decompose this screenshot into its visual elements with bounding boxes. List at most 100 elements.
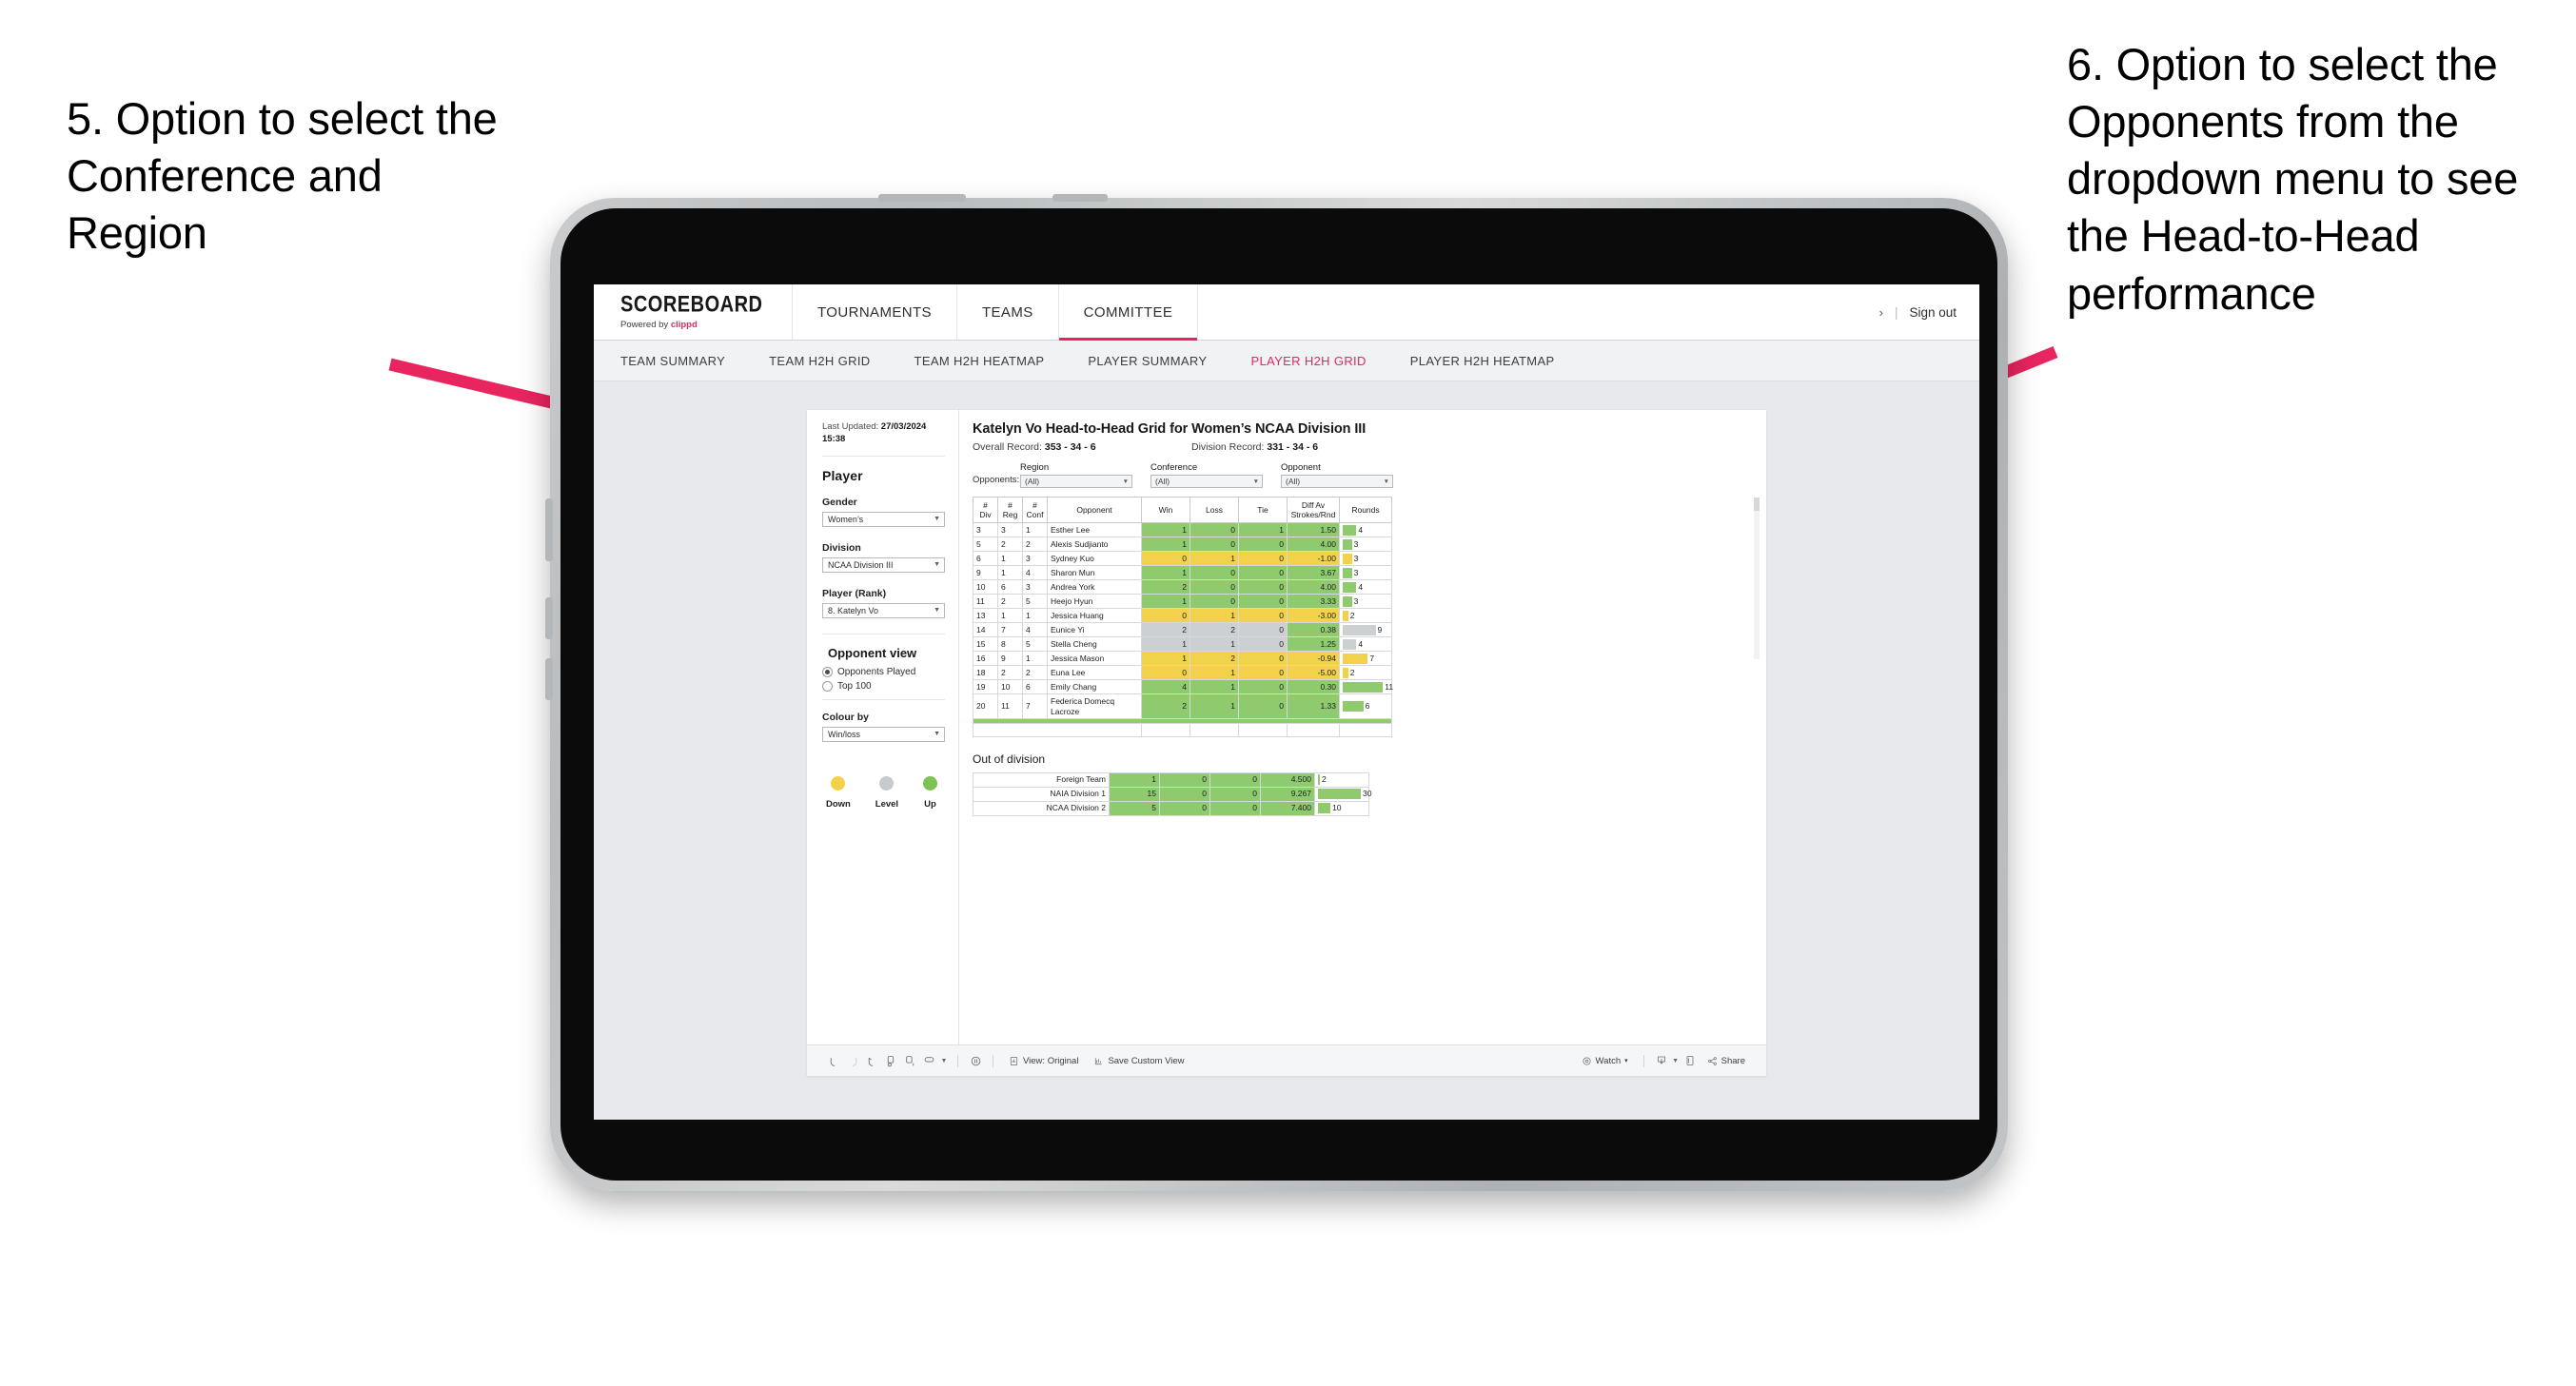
table-row[interactable]: 14 7 4 Eunice Yi 2 2 0 0.38 9	[973, 622, 1392, 638]
table-row[interactable]: 3 3 1 Esther Lee 1 0 1 1.50 4	[973, 522, 1392, 538]
colour-by-select[interactable]: Win/loss ▼	[822, 726, 945, 742]
out-of-division-row[interactable]: Foreign Team 1 0 0 4.500 2	[973, 771, 1369, 788]
cell-div: 5	[973, 537, 998, 553]
sign-out-link[interactable]: Sign out	[1909, 305, 1957, 320]
cell-win: 1	[1141, 651, 1190, 667]
cell-loss: 1	[1190, 551, 1239, 567]
cell-opponent: Sharon Mun	[1047, 565, 1142, 581]
col-win[interactable]: Win	[1141, 496, 1190, 524]
cell-diff: -0.94	[1287, 651, 1340, 667]
table-row[interactable]: 18 2 2 Euna Lee 0 1 0 -5.00 2	[973, 665, 1392, 681]
cell-ood-loss: 0	[1159, 800, 1210, 816]
gender-select[interactable]: Women’s ▼	[822, 511, 945, 527]
view-original-button[interactable]: View: Original	[1001, 1056, 1086, 1066]
col-tie[interactable]: Tie	[1238, 496, 1288, 524]
col-conf[interactable]: # Conf	[1022, 496, 1048, 524]
fullscreen-icon[interactable]	[1681, 1051, 1700, 1070]
brand-logo[interactable]: SCOREBOARD Powered by clippd	[594, 284, 793, 340]
cell-conf: 7	[1022, 693, 1048, 719]
radio-top-100[interactable]: Top 100	[822, 680, 945, 692]
table-row[interactable]: 11 2 5 Heejo Hyun 1 0 0 3.33 3	[973, 594, 1392, 610]
rounds-bar-value: 11	[1385, 682, 1394, 693]
col-opponent[interactable]: Opponent	[1047, 496, 1142, 524]
download-icon[interactable]	[1652, 1051, 1671, 1070]
tab-team-h2h-heatmap[interactable]: TEAM H2H HEATMAP	[914, 354, 1068, 368]
player-rank-select[interactable]: 8. Katelyn Vo ▼	[822, 602, 945, 618]
watch-button[interactable]: Watch ▾	[1574, 1056, 1636, 1066]
chevron-down-icon: ▼	[934, 607, 940, 615]
out-of-division-row[interactable]: NCAA Division 2 5 0 0 7.400 10	[973, 800, 1369, 816]
opponent-dropdown[interactable]: (All) ▼	[1281, 475, 1393, 488]
chevron-right-icon[interactable]: ›	[1879, 305, 1883, 320]
rounds-bar-fill	[1343, 624, 1376, 635]
rounds-bar-value: 2	[1322, 774, 1327, 785]
opponents-label: Opponents:	[973, 475, 1020, 485]
chevron-down-icon: ▼	[1383, 478, 1389, 485]
division-select[interactable]: NCAA Division III ▼	[822, 556, 945, 573]
col-div[interactable]: # Div	[973, 496, 998, 524]
brand-powered-prefix: Powered by	[620, 319, 671, 330]
chevron-down-icon: ▼	[934, 731, 940, 738]
cell-tie: 0	[1238, 651, 1288, 667]
cell-reg: 6	[997, 579, 1023, 595]
cell-win: 2	[1141, 693, 1190, 719]
revert-icon[interactable]	[862, 1051, 881, 1070]
nav-item-teams[interactable]: TEAMS	[957, 284, 1059, 340]
region-dropdown[interactable]: (All) ▼	[1020, 475, 1132, 488]
main-nav: TOURNAMENTS TEAMS COMMITTEE	[793, 284, 1199, 341]
division-select-value: NCAA Division III	[828, 559, 894, 570]
cell-loss: 1	[1190, 679, 1239, 695]
grid-scrollbar[interactable]	[1754, 498, 1760, 659]
cell-tie: 0	[1238, 565, 1288, 581]
cell-win: 0	[1141, 551, 1190, 567]
cell-ood-tie: 0	[1209, 786, 1261, 802]
col-conf-l2: Conf	[1026, 510, 1044, 520]
col-reg[interactable]: # Reg	[997, 496, 1023, 524]
redo-icon[interactable]	[843, 1051, 862, 1070]
table-row[interactable]: 5 2 2 Alexis Sudjianto 1 0 0 4.00 3	[973, 537, 1392, 553]
tab-player-h2h-grid[interactable]: PLAYER H2H GRID	[1250, 354, 1388, 368]
col-loss[interactable]: Loss	[1190, 496, 1239, 524]
out-of-division-row[interactable]: NAIA Division 1 15 0 0 9.267 30	[973, 786, 1371, 802]
content-panel: Katelyn Vo Head-to-Head Grid for Women’s…	[959, 410, 1766, 1044]
h2h-grid-body: 3 3 1 Esther Lee 1 0 1 1.50 4 5 2 2 Alexis Sudjianto…	[973, 522, 1394, 737]
radio-opponents-played[interactable]: Opponents Played	[822, 666, 945, 677]
chevron-down-icon[interactable]: ▼	[938, 1051, 950, 1070]
field-division-label: Division	[822, 541, 861, 554]
table-row[interactable]: 15 8 5 Stella Cheng 1 1 0 1.25 4	[973, 636, 1392, 653]
save-custom-view-button[interactable]: Save Custom View	[1086, 1056, 1191, 1066]
cell-opponent: Sydney Kuo	[1047, 551, 1142, 567]
share-button[interactable]: Share	[1700, 1056, 1753, 1066]
table-row[interactable]: 10 6 3 Andrea York 2 0 0 4.00 4	[973, 579, 1392, 595]
pause-icon[interactable]	[966, 1051, 985, 1070]
h2h-grid-wrapper: #Div #Reg #Conf Opponent Win Loss Tie	[973, 496, 1760, 737]
table-row[interactable]: 9 1 4 Sharon Mun 1 0 0 3.67 3	[973, 565, 1392, 581]
pause-auto-update-icon[interactable]	[881, 1051, 900, 1070]
tab-team-summary[interactable]: TEAM SUMMARY	[620, 354, 748, 368]
cell-opponent: Eunice Yi	[1047, 622, 1142, 638]
table-row[interactable]: 6 1 3 Sydney Kuo 0 1 0 -1.00 3	[973, 551, 1392, 567]
table-row[interactable]: 16 9 1 Jessica Mason 1 2 0 -0.94 7	[973, 651, 1392, 667]
table-row[interactable]: 20 11 7 Federica Domecq Lacroze 2 1 0 1.33 6	[973, 693, 1392, 719]
nav-item-tournaments[interactable]: TOURNAMENTS	[793, 284, 957, 340]
tab-team-h2h-grid[interactable]: TEAM H2H GRID	[769, 354, 893, 368]
col-rounds[interactable]: Rounds	[1339, 496, 1392, 524]
nav-item-committee[interactable]: COMMITTEE	[1058, 284, 1199, 341]
cell-reg: 1	[997, 551, 1023, 567]
rounds-bar-fill	[1343, 595, 1352, 607]
cell-conf: 6	[1022, 679, 1048, 695]
tab-player-h2h-heatmap[interactable]: PLAYER H2H HEATMAP	[1410, 354, 1578, 368]
cell-tie: 0	[1238, 594, 1288, 610]
radio-icon-selected	[822, 666, 833, 677]
tab-player-summary[interactable]: PLAYER SUMMARY	[1088, 354, 1229, 368]
table-row[interactable]: 13 1 1 Jessica Huang 0 1 0 -3.00 2	[973, 608, 1392, 624]
col-diff[interactable]: Diff Av Strokes/Rnd	[1287, 496, 1340, 524]
highlight-icon[interactable]	[919, 1051, 938, 1070]
grid-scrollbar-thumb[interactable]	[1754, 498, 1760, 511]
conference-dropdown[interactable]: (All) ▼	[1150, 475, 1263, 488]
refresh-data-icon[interactable]	[900, 1051, 919, 1070]
table-row[interactable]: 19 10 6 Emily Chang 4 1 0 0.30 11	[973, 679, 1394, 695]
cell-div: 20	[973, 693, 998, 719]
chevron-down-icon[interactable]: ▼	[1671, 1051, 1681, 1070]
undo-icon[interactable]	[824, 1051, 843, 1070]
